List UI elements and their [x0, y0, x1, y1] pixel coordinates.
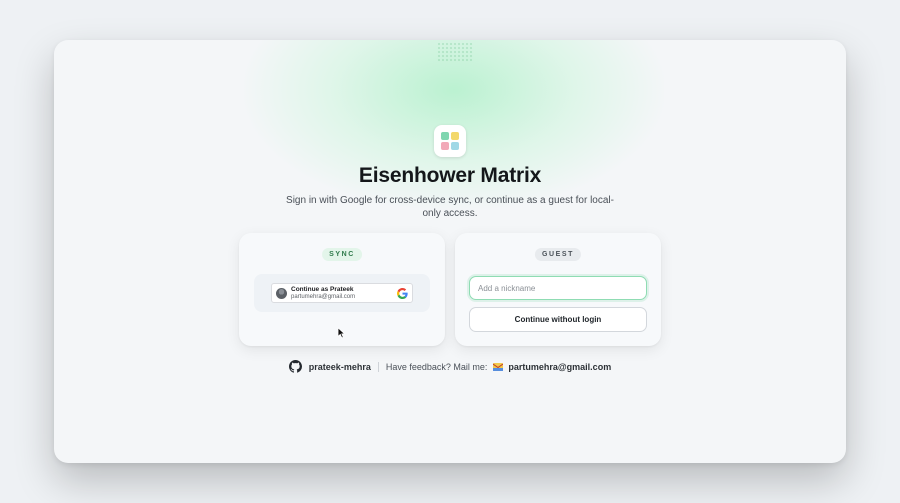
nickname-input[interactable]: [469, 276, 647, 300]
avatar: [276, 288, 287, 299]
google-account-name: Continue as Prateek: [291, 286, 354, 293]
mouse-cursor-icon: [337, 327, 346, 339]
footer: prateek-mehra Have feedback? Mail me: pa…: [54, 360, 846, 373]
page-title: Eisenhower Matrix: [358, 164, 542, 187]
google-logo-icon: [397, 288, 408, 299]
github-icon[interactable]: [288, 360, 302, 373]
github-username-link[interactable]: prateek-mehra: [309, 362, 371, 372]
email-link[interactable]: partumehra@gmail.com: [508, 362, 611, 372]
envelope-icon: [493, 362, 504, 371]
guest-card: GUEST Continue without login: [455, 233, 661, 346]
app-window: Eisenhower Matrix Sign in with Google fo…: [54, 40, 846, 463]
google-account-email: partumehra@gmail.com: [291, 294, 356, 300]
sync-tag: SYNC: [322, 248, 362, 261]
page-subtitle: Sign in with Google for cross-device syn…: [286, 195, 614, 219]
matrix-grid-icon: [434, 125, 466, 157]
decorative-dots: [437, 42, 473, 62]
guest-tag: GUEST: [534, 248, 582, 261]
feedback-text: Have feedback? Mail me:: [385, 361, 488, 372]
footer-divider: [377, 361, 379, 372]
google-signin-container: Continue as Prateek partumehra@gmail.com: [254, 274, 430, 312]
continue-without-login-button[interactable]: Continue without login: [469, 307, 647, 332]
google-continue-button[interactable]: Continue as Prateek partumehra@gmail.com: [271, 283, 413, 303]
